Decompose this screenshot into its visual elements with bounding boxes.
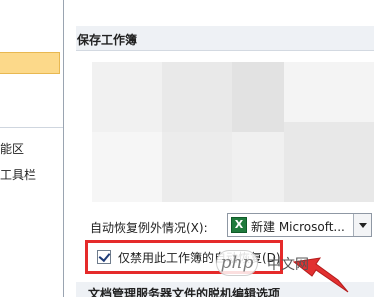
workbook-select[interactable]: X 新建 Microsoft... <box>227 213 372 237</box>
blurred-region <box>284 122 374 202</box>
sidebar-separator <box>0 127 63 128</box>
sidebar-item-quick-access-toolbar[interactable]: 工具栏 <box>0 166 36 183</box>
left-navigation: 能区 工具栏 <box>0 0 63 297</box>
blurred-region <box>92 132 162 202</box>
excel-icon: X <box>231 217 247 233</box>
php-watermark: php 中文网 <box>216 248 374 282</box>
sidebar-item-customize-ribbon[interactable]: 能区 <box>0 140 24 157</box>
blurred-region <box>232 62 284 132</box>
autorecover-exception-label: 自动恢复例外情况(X): <box>90 221 208 235</box>
sidebar-item-save[interactable] <box>0 52 60 74</box>
blurred-region <box>232 132 284 202</box>
blurred-region <box>162 62 232 132</box>
workbook-select-value: 新建 Microsoft... <box>251 220 345 234</box>
section-title: 保存工作簿 <box>77 33 138 47</box>
section-title-offline: 文档管理服务器文件的脱机编辑选项 <box>88 287 281 297</box>
php-logo: php <box>216 250 258 276</box>
watermark-text: 中文网 <box>267 257 309 273</box>
blurred-region <box>162 132 232 202</box>
chevron-down-icon[interactable] <box>353 214 371 236</box>
blurred-region <box>92 62 162 132</box>
